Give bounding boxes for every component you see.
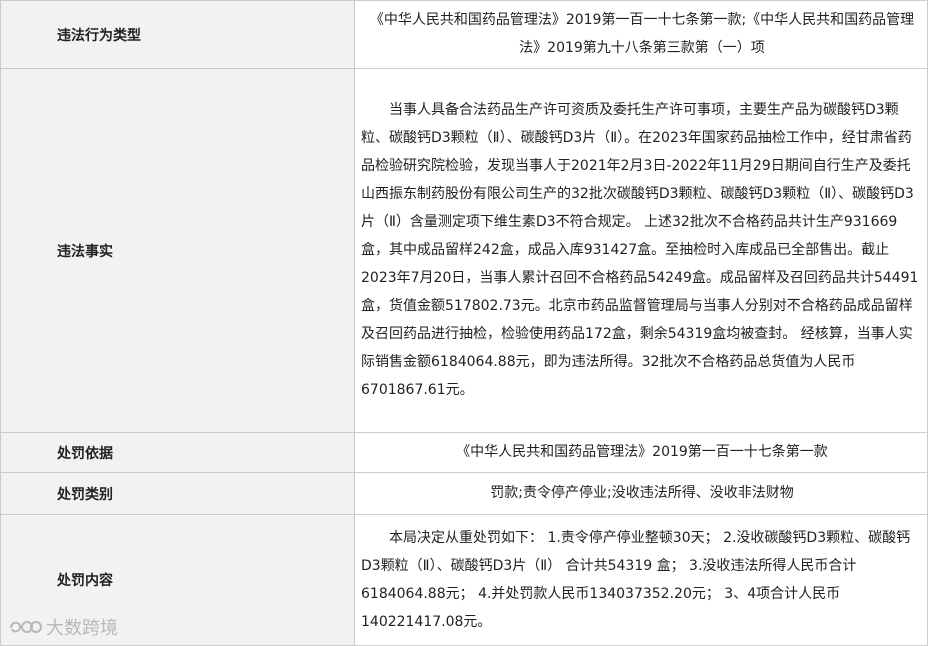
value-violation-facts: 当事人具备合法药品生产许可资质及委托生产许可事项，主要生产品为碳酸钙D3颗粒、碳… xyxy=(354,68,928,433)
row-penalty-basis: 处罚依据 《中华人民共和国药品管理法》2019第一百一十七条第一款 xyxy=(0,432,928,473)
violation-facts-text: 当事人具备合法药品生产许可资质及委托生产许可事项，主要生产品为碳酸钙D3颗粒、碳… xyxy=(361,102,919,398)
label-penalty-basis: 处罚依据 xyxy=(0,432,355,473)
row-penalty-category: 处罚类别 罚款;责令停产停业;没收违法所得、没收非法财物 xyxy=(0,472,928,515)
violation-type-text: 《中华人民共和国药品管理法》2019第一百一十七条第一款;《中华人民共和国药品管… xyxy=(369,12,915,56)
label-penalty-content: 处罚内容 xyxy=(0,514,355,646)
value-penalty-content: 本局决定从重处罚如下： 1.责令停产停业整顿30天； 2.没收碳酸钙D3颗粒、碳… xyxy=(354,514,928,646)
value-penalty-category: 罚款;责令停产停业;没收违法所得、没收非法财物 xyxy=(354,472,928,515)
label-penalty-category: 处罚类别 xyxy=(0,472,355,515)
penalty-basis-text: 《中华人民共和国药品管理法》2019第一百一十七条第一款 xyxy=(456,444,828,460)
label-violation-facts: 违法事实 xyxy=(0,68,355,433)
row-violation-facts: 违法事实 当事人具备合法药品生产许可资质及委托生产许可事项，主要生产品为碳酸钙D… xyxy=(0,68,928,433)
row-violation-type: 违法行为类型 《中华人民共和国药品管理法》2019第一百一十七条第一款;《中华人… xyxy=(0,0,928,69)
value-violation-type: 《中华人民共和国药品管理法》2019第一百一十七条第一款;《中华人民共和国药品管… xyxy=(354,0,928,69)
penalty-content-text: 本局决定从重处罚如下： 1.责令停产停业整顿30天； 2.没收碳酸钙D3颗粒、碳… xyxy=(361,529,911,630)
value-penalty-basis: 《中华人民共和国药品管理法》2019第一百一十七条第一款 xyxy=(354,432,928,473)
penalty-info-table: 违法行为类型 《中华人民共和国药品管理法》2019第一百一十七条第一款;《中华人… xyxy=(0,0,928,646)
row-penalty-content: 处罚内容 本局决定从重处罚如下： 1.责令停产停业整顿30天； 2.没收碳酸钙D… xyxy=(0,514,928,646)
penalty-category-text: 罚款;责令停产停业;没收违法所得、没收非法财物 xyxy=(490,485,794,501)
label-violation-type: 违法行为类型 xyxy=(0,0,355,69)
